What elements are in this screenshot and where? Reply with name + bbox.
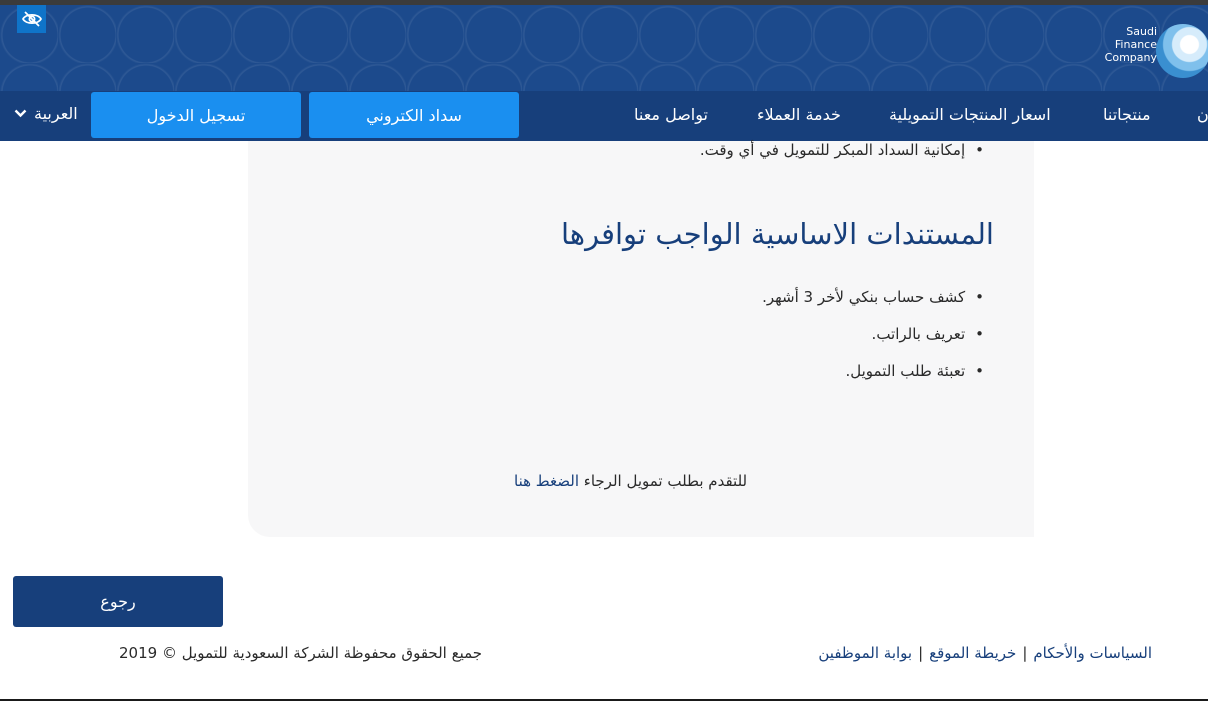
- language-selector[interactable]: العربية: [14, 104, 78, 123]
- logo-line-finance: Finance: [1114, 38, 1157, 51]
- copyright-text: جميع الحقوق محفوظة الشركة السعودية للتمو…: [119, 644, 483, 662]
- apply-text: للتقدم بطلب تمويل الرجاء: [583, 472, 748, 490]
- footer-links: السياسات والأحكام | خريطة الموقع | بوابة الم…: [818, 644, 1152, 662]
- language-label: العربية: [34, 104, 78, 123]
- document-item: كشف حساب بنكي لأخر 3 أشهر.: [762, 288, 984, 306]
- nav-item-products[interactable]: منتجاتنا: [1103, 105, 1151, 124]
- logo-line-company: Company: [1104, 51, 1157, 64]
- nav-item-partial[interactable]: ن: [1197, 105, 1208, 124]
- bullet-early-repayment: إمكانية السداد المبكر للتمويل في أي وقت.: [700, 141, 984, 159]
- nav-item-product-prices[interactable]: اسعار المنتجات التمويلية: [889, 105, 1051, 124]
- document-item: تعريف بالراتب.: [872, 325, 984, 343]
- footer-separator: |: [1022, 644, 1028, 662]
- footer-link-policies[interactable]: السياسات والأحكام: [1033, 644, 1152, 662]
- footer-link-employee-portal[interactable]: بوابة الموظفين: [818, 644, 912, 662]
- nav-item-contact-us[interactable]: تواصل معنا: [634, 105, 708, 124]
- login-button[interactable]: تسجيل الدخول: [91, 92, 301, 138]
- apply-line: للتقدم بطلب تمويل الرجاء الضغط هنا: [514, 472, 747, 490]
- e-payment-button[interactable]: سداد الكتروني: [309, 92, 519, 138]
- document-item: تعبئة طلب التمويل.: [845, 362, 984, 380]
- footer-separator: |: [918, 644, 924, 662]
- chevron-down-icon: [14, 109, 27, 118]
- accessibility-toggle-button[interactable]: [17, 5, 46, 33]
- eye-slash-icon: [21, 11, 42, 27]
- apply-link[interactable]: الضغط هنا: [514, 472, 579, 490]
- back-button[interactable]: رجوع: [13, 576, 223, 627]
- footer-link-sitemap[interactable]: خريطة الموقع: [929, 644, 1016, 662]
- company-logo-icon[interactable]: [1156, 24, 1208, 78]
- header-banner: Saudi Finance Company: [0, 5, 1208, 91]
- documents-heading: المستندات الاساسية الواجب توافرها: [560, 217, 994, 251]
- nav-item-customer-service[interactable]: خدمة العملاء: [757, 105, 841, 124]
- logo-line-saudi: Saudi: [1126, 25, 1157, 38]
- company-logo-text[interactable]: Saudi Finance Company: [1105, 25, 1157, 64]
